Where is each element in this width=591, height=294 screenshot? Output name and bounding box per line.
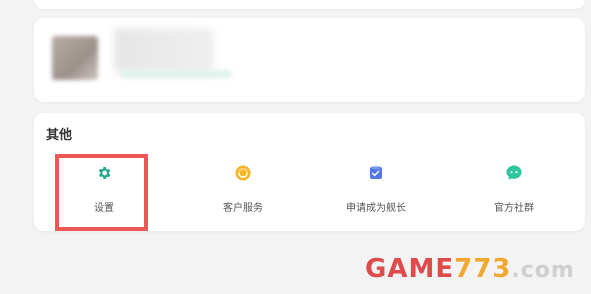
profile-card[interactable] [34,18,585,102]
blurred-content [114,28,214,72]
page: 其他 设置 客户服务 申请成为舰长 官方社群 GAME773.com [0,0,591,294]
top-card [34,0,585,9]
blurred-avatar [52,36,98,80]
blurred-text-line [120,70,232,78]
official-community-item[interactable]: 官方社群 [444,163,584,214]
watermark-game: GAME [365,254,455,284]
headset-icon [233,163,253,183]
section-title: 其他 [46,127,73,142]
clipboard-check-icon [366,163,386,183]
watermark: GAME773.com [365,254,575,284]
customer-service-item[interactable]: 客户服务 [173,163,313,214]
customer-service-label: 客户服务 [223,203,263,214]
highlight-box [55,154,148,231]
watermark-domain: .com [511,258,575,283]
apply-captain-label: 申请成为舰长 [346,203,406,214]
apply-captain-item[interactable]: 申请成为舰长 [306,163,446,214]
watermark-number: 773 [454,254,512,284]
chat-bubble-icon [504,163,524,183]
official-community-label: 官方社群 [494,203,534,214]
